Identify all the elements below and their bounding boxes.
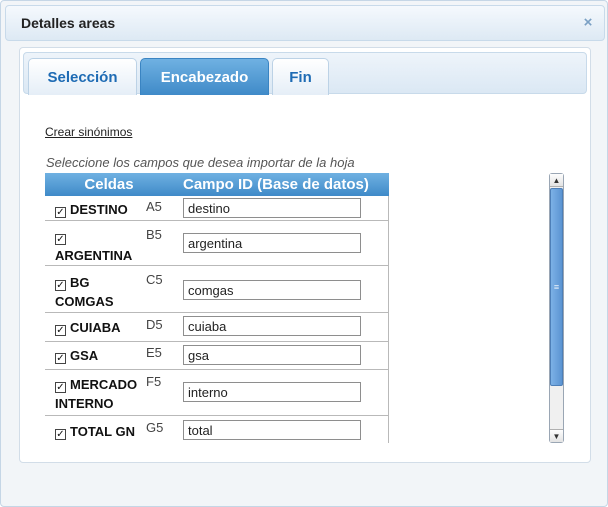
row-label: ✓ MERCADO INTERNO (55, 375, 147, 413)
dialog-window: Detalles areas × Selección Encabezado Fi… (0, 0, 608, 507)
table-row: ✓ CUIABA D5 (45, 313, 389, 342)
row-label: ✓ TOTAL GN (55, 422, 155, 441)
row-label: ✓ GSA (55, 346, 147, 365)
table-row: ✓ MERCADO INTERNO F5 (45, 370, 389, 416)
row-field-input[interactable] (183, 198, 361, 218)
scroll-thumb[interactable]: ≡ (550, 188, 563, 386)
tab-bar: Selección Encabezado Fin (23, 52, 587, 95)
row-name: GSA (70, 348, 99, 363)
table-row: ✓ BG COMGAS C5 (45, 266, 389, 313)
header-cells: Celdas (84, 176, 134, 193)
row-cell-ref: G5 (146, 420, 164, 435)
table-row: ✓ ARGENTINA B5 (45, 221, 389, 266)
row-field-input[interactable] (183, 316, 361, 336)
vertical-scrollbar[interactable]: ▲ ≡ ▼ (549, 173, 564, 443)
row-field-input[interactable] (183, 233, 361, 253)
row-cell-ref: D5 (146, 317, 163, 332)
row-field-input[interactable] (183, 280, 361, 300)
row-cell-ref: B5 (146, 227, 162, 242)
row-cell-ref: E5 (146, 345, 162, 360)
row-checkbox[interactable]: ✓ (55, 382, 66, 393)
scroll-up-icon[interactable]: ▲ (550, 174, 563, 187)
table-row: ✓ DESTINO A5 (45, 196, 389, 221)
scroll-down-icon[interactable]: ▼ (550, 429, 563, 442)
row-checkbox[interactable]: ✓ (55, 234, 66, 245)
tab-seleccion[interactable]: Selección (28, 58, 137, 95)
row-name: CUIABA (70, 320, 121, 335)
table-header: Celdas Campo ID (Base de datos) (45, 173, 389, 196)
row-label: ✓ DESTINO (55, 200, 147, 219)
row-field-input[interactable] (183, 420, 361, 440)
tab-encabezado[interactable]: Encabezado (140, 58, 269, 95)
tab-fin[interactable]: Fin (272, 58, 329, 95)
row-name: TOTAL GN (70, 424, 135, 439)
row-cell-ref: A5 (146, 199, 162, 214)
create-synonyms-link[interactable]: Crear sinónimos (45, 125, 132, 139)
row-checkbox[interactable]: ✓ (55, 280, 66, 291)
row-name: MERCADO INTERNO (55, 377, 138, 411)
row-checkbox[interactable]: ✓ (55, 353, 66, 364)
table-row: ✓ GSA E5 (45, 342, 389, 370)
row-checkbox[interactable]: ✓ (55, 207, 66, 218)
instructions-text: Seleccione los campos que desea importar… (46, 155, 355, 170)
row-label: ✓ CUIABA (55, 318, 147, 337)
row-cell-ref: C5 (146, 272, 163, 287)
dialog-titlebar: Detalles areas × (5, 5, 605, 41)
header-field: Campo ID (Base de datos) (183, 176, 369, 193)
row-label: ✓ ARGENTINA (55, 227, 145, 265)
dialog-title: Detalles areas (21, 15, 116, 31)
row-cell-ref: F5 (146, 374, 162, 389)
row-name: ARGENTINA (55, 248, 133, 263)
content-panel: Selección Encabezado Fin Crear sinónimos… (19, 47, 591, 463)
row-checkbox[interactable]: ✓ (55, 325, 66, 336)
row-checkbox[interactable]: ✓ (55, 429, 66, 440)
row-label: ✓ BG COMGAS (55, 273, 125, 311)
row-field-input[interactable] (183, 345, 361, 365)
table-row: ✓ TOTAL GN G5 (45, 416, 389, 443)
fields-table: Celdas Campo ID (Base de datos) ✓ DESTINO… (45, 173, 389, 443)
row-field-input[interactable] (183, 382, 361, 402)
row-name: DESTINO (70, 202, 128, 217)
close-icon[interactable]: × (581, 15, 595, 31)
